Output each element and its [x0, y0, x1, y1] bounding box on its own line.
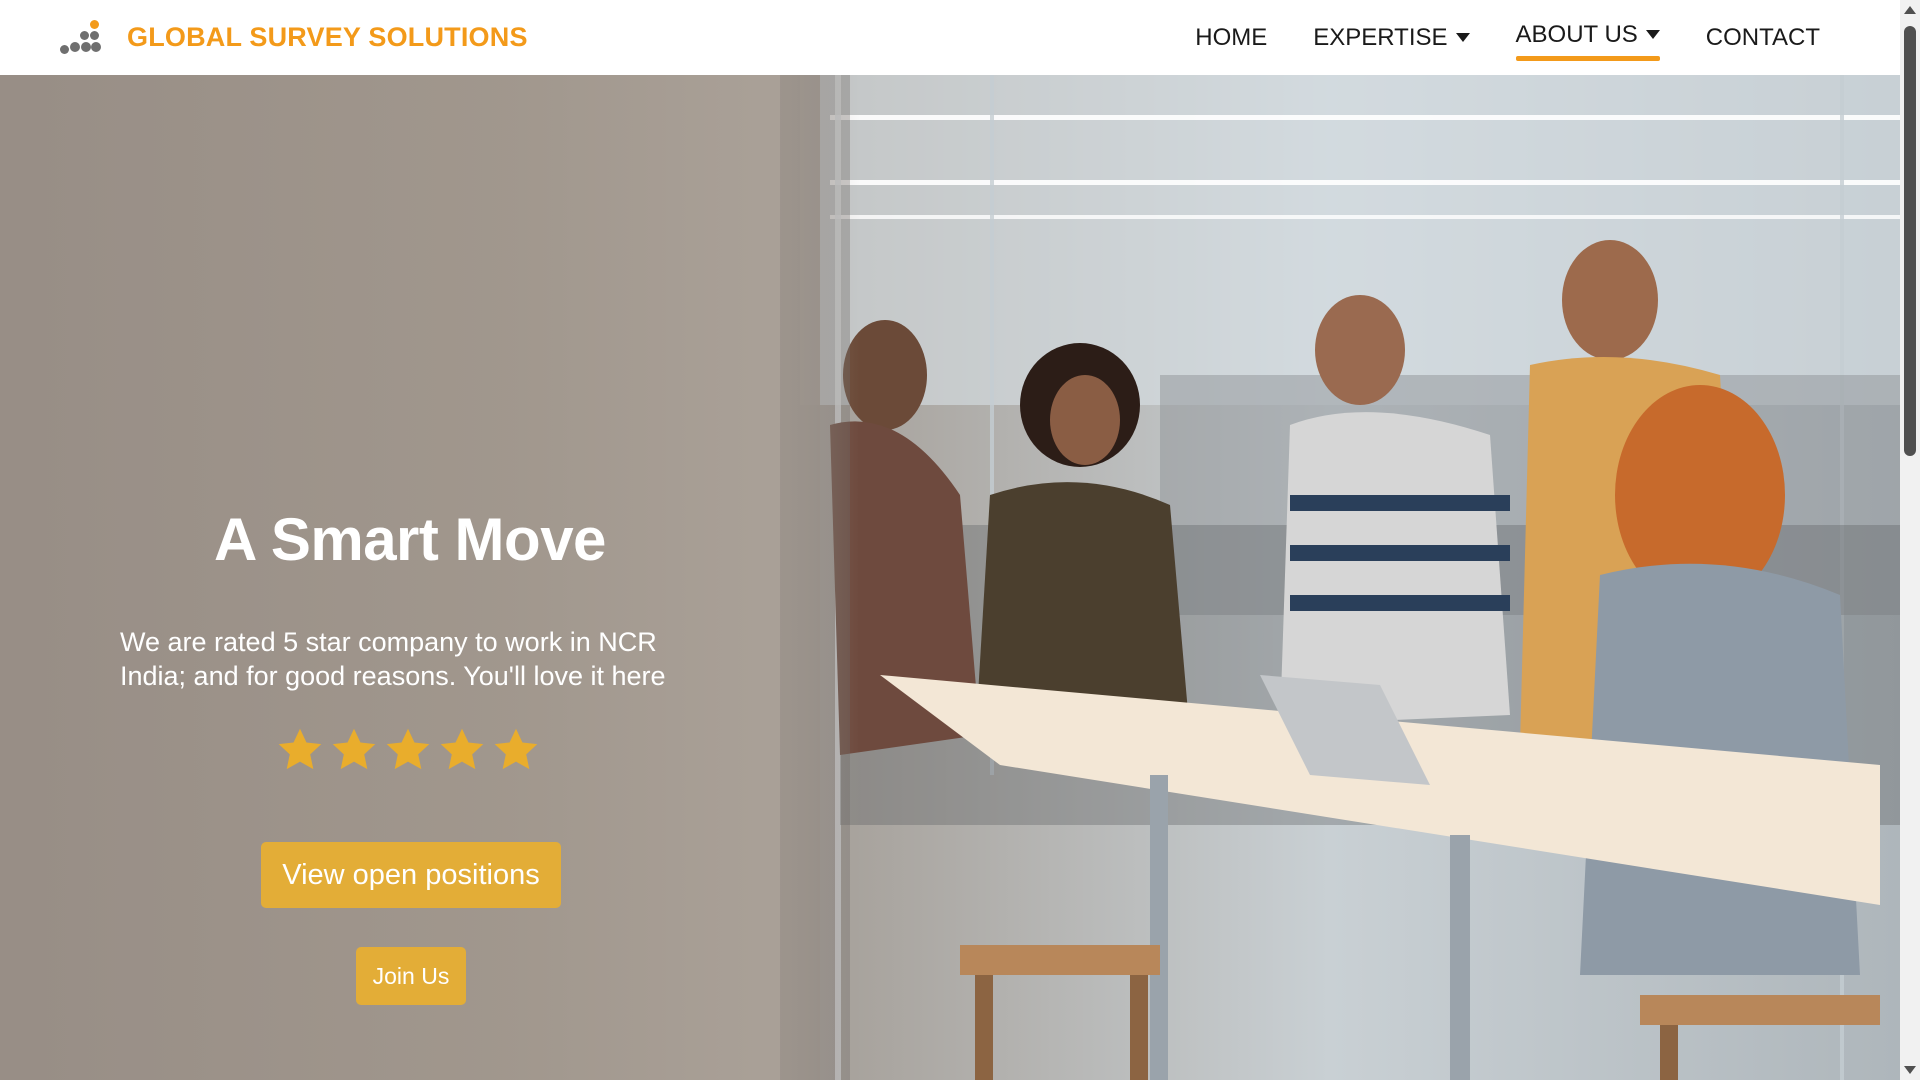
caret-down-icon — [1645, 30, 1660, 39]
nav-contact[interactable]: CONTACT — [1706, 18, 1820, 58]
site-header: GLOBAL SURVEY SOLUTIONS HOME EXPERTISE A… — [0, 0, 1900, 75]
nav-about-us[interactable]: ABOUT US — [1515, 15, 1661, 61]
nav-about-us-label: ABOUT US — [1515, 20, 1638, 48]
join-us-button[interactable]: Join Us — [356, 947, 466, 1005]
scroll-down-arrow-icon[interactable] — [1904, 1066, 1916, 1074]
star-icon — [278, 728, 322, 770]
page-scrollbar[interactable] — [1900, 0, 1920, 1080]
scrollbar-thumb[interactable] — [1904, 26, 1916, 456]
star-icon — [440, 728, 484, 770]
star-icon — [494, 728, 538, 770]
caret-down-icon — [1455, 33, 1470, 42]
nav-contact-label: CONTACT — [1705, 23, 1820, 51]
brand-name[interactable]: GLOBAL SURVEY SOLUTIONS — [127, 22, 528, 53]
hero-subtitle: We are rated 5 star company to work in N… — [120, 627, 666, 691]
nav-expertise[interactable]: EXPERTISE — [1313, 18, 1470, 58]
main-nav: HOME EXPERTISE ABOUT US CONTACT — [1149, 0, 1820, 75]
hero-content: A Smart Move We are rated 5 star company… — [0, 75, 820, 1080]
dots-logo-icon[interactable] — [60, 20, 101, 56]
star-icon — [332, 728, 376, 770]
nav-home[interactable]: HOME — [1195, 18, 1267, 58]
nav-home-label: HOME — [1195, 23, 1268, 51]
view-open-positions-button[interactable]: View open positions — [261, 842, 561, 908]
scroll-up-arrow-icon[interactable] — [1904, 6, 1916, 14]
nav-expertise-label: EXPERTISE — [1313, 23, 1448, 51]
star-icon — [386, 728, 430, 770]
hero-title: A Smart Move — [214, 506, 606, 573]
hero-section: A Smart Move We are rated 5 star company… — [0, 75, 1900, 1080]
rating-stars — [275, 725, 541, 775]
